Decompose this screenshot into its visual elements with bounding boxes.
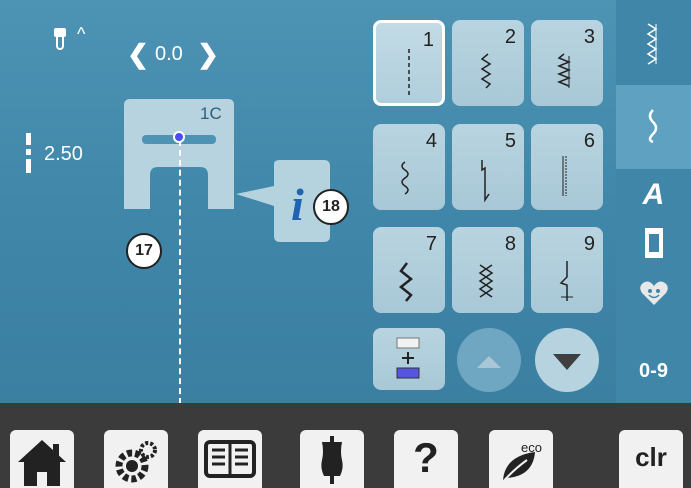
setup-button[interactable] — [104, 430, 168, 488]
stitch-length-value[interactable]: 2.50 — [44, 143, 83, 166]
needle-icon — [54, 28, 68, 52]
stitch-tile-5[interactable]: 5 — [452, 124, 524, 210]
stitch-tile-1[interactable]: 1 — [373, 20, 445, 106]
stitch-tile-9[interactable]: 9 — [531, 227, 603, 313]
needle-position-value: 0.0 — [155, 43, 183, 65]
presser-foot-label: 1C — [200, 104, 222, 123]
blind-stitch-icon — [559, 261, 573, 301]
scroll-up-button[interactable] — [457, 328, 521, 392]
stitch-tile-6[interactable]: 6 — [531, 124, 603, 210]
needle-position-right-button[interactable]: ❯ — [196, 38, 220, 70]
stitch-length-icon — [26, 133, 31, 173]
triangle-up-icon — [477, 356, 501, 368]
needle-position-left-button[interactable]: ❮ — [126, 38, 150, 70]
help-button[interactable]: ? — [394, 430, 458, 488]
direct-entry-button[interactable]: 0-9 — [616, 360, 691, 383]
alphabets-button[interactable]: A — [616, 178, 691, 212]
stitch-tile-7[interactable]: 7 — [373, 227, 445, 313]
zigzag-stitch-icon — [480, 53, 492, 89]
stitch-tile-3[interactable]: 3 — [531, 20, 603, 106]
scroll-down-button[interactable] — [535, 328, 599, 392]
gear-icon — [115, 441, 157, 483]
needle-position-dot — [173, 131, 185, 143]
triple-straight-stitch-icon — [562, 156, 567, 196]
dress-form-icon — [321, 436, 343, 484]
stitch-tile-8[interactable]: 8 — [452, 227, 524, 313]
straight-stitch-icon — [408, 49, 410, 95]
leaf-icon — [500, 452, 535, 485]
home-icon — [18, 440, 66, 486]
practical-stitches-icon — [648, 109, 658, 144]
triangle-down-icon — [553, 354, 581, 370]
clear-button[interactable]: clr — [619, 430, 683, 488]
decorative-stitches-icon[interactable] — [640, 20, 666, 70]
split-screen-icon — [396, 337, 420, 379]
stitch-tile-4[interactable]: 4 — [373, 124, 445, 210]
stitch-line — [179, 140, 181, 404]
main-panel: ^ ❮ 0.0 ❯ 2.50 1C 17 i 18 1 2 3 4 5 6 7 … — [0, 0, 691, 404]
callout-17: 17 — [126, 233, 162, 269]
buttonhole-icon[interactable] — [645, 228, 663, 258]
stitch-display-toggle-button[interactable] — [373, 328, 445, 390]
triple-zigzag-stitch-icon — [398, 262, 414, 302]
sewing-consultant-button[interactable] — [300, 430, 364, 488]
eco-button[interactable]: eco — [489, 430, 553, 488]
svg-text:i: i — [291, 179, 304, 230]
personal-program-heart-icon[interactable] — [639, 279, 669, 307]
stitch-tile-2[interactable]: 2 — [452, 20, 524, 106]
securing-stitch-icon — [481, 160, 490, 203]
callout-18: 18 — [313, 189, 349, 225]
needle-stop-caret-icon: ^ — [77, 24, 86, 44]
tutorial-button[interactable] — [198, 430, 262, 488]
question-mark-icon: ? — [413, 434, 439, 481]
sewing-machine-screen: ^ ❮ 0.0 ❯ 2.50 1C 17 i 18 1 2 3 4 5 6 7 … — [0, 0, 691, 488]
serpentine-stitch-icon — [401, 161, 409, 195]
home-button[interactable] — [10, 430, 74, 488]
vari-overlock-stitch-icon — [556, 53, 572, 88]
clear-label: clr — [635, 442, 667, 472]
honeycomb-stitch-icon — [478, 264, 494, 298]
book-icon — [204, 440, 256, 478]
